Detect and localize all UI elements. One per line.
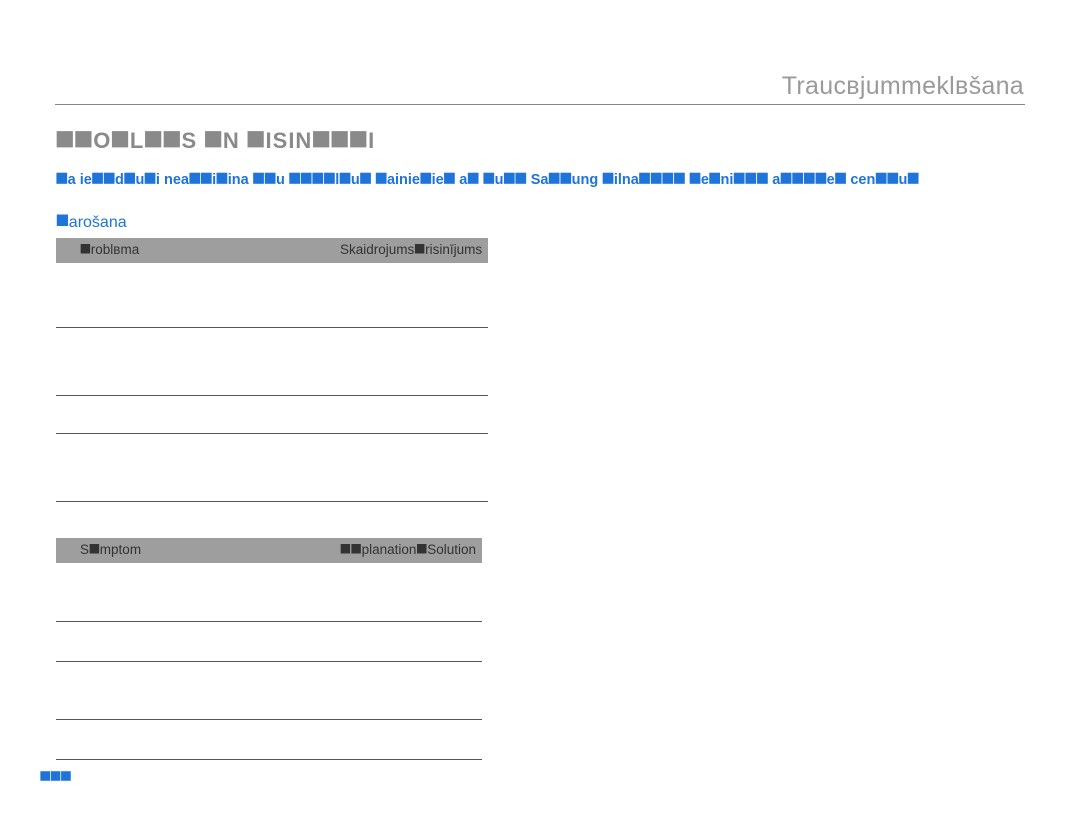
table-row — [56, 395, 488, 433]
problems-table-1: ⯀roblвma Skaidrojums⯀risinījums — [56, 238, 488, 502]
table-header-row: S⯀mptom ⯀⯀planation⯀Solution — [56, 538, 482, 563]
header-breadcrumb: Traucвjummeklвšana — [782, 72, 1024, 101]
table-row — [56, 661, 482, 719]
table-header-row: ⯀roblвma Skaidrojums⯀risinījums — [56, 238, 488, 263]
problems-table-2: S⯀mptom ⯀⯀planation⯀Solution — [56, 538, 482, 760]
header-divider — [55, 104, 1025, 105]
table-row — [56, 719, 482, 759]
column-header-symptom: S⯀mptom — [56, 538, 316, 563]
table-row — [56, 621, 482, 661]
table-row — [56, 563, 482, 621]
table-row — [56, 263, 488, 327]
column-header-problem: ⯀roblвma — [56, 238, 316, 263]
notice-text: ⯀a ie⯀⯀d⯀u⯀i nea⯀⯀i⯀ina ⯀⯀u ⯀⯀⯀⯀l⯀u⯀ ⯀ai… — [56, 172, 1040, 188]
section-barošana-label: ⯀arošana — [56, 214, 127, 232]
page-title: ⯀⯀O⯀L⯀⯀S ⯀N ⯀ISIN⯀⯀⯀I — [56, 128, 375, 154]
page: Traucвjummeklвšana ⯀⯀O⯀L⯀⯀S ⯀N ⯀ISIN⯀⯀⯀I… — [0, 0, 1080, 827]
table-row — [56, 433, 488, 501]
page-number: ⯀⯀⯀ — [40, 769, 71, 785]
table-row — [56, 327, 488, 395]
column-header-solution: Skaidrojums⯀risinījums — [316, 238, 488, 263]
column-header-explanation: ⯀⯀planation⯀Solution — [316, 538, 482, 563]
